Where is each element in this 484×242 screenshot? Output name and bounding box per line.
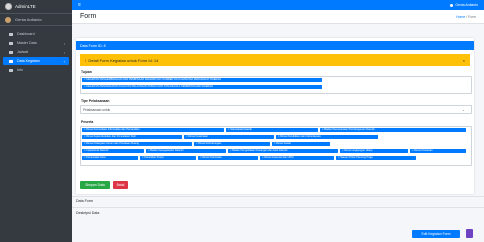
sidebar-item-label: Info bbox=[17, 68, 23, 72]
sidebar: AdminLTE Genta Ardianto Dashboard Master… bbox=[0, 0, 72, 242]
alert-banner: ! Detail Form Kegiatan untuk Form Id: 14 … bbox=[80, 54, 470, 66]
tipe-pelaksanaan-select[interactable] bbox=[80, 105, 472, 114]
peserta-tag[interactable]: × Dinas Pendidikan dan Kebudayaan bbox=[276, 135, 378, 140]
sidebar-item-label: Jadwal bbox=[17, 50, 29, 54]
save-button[interactable]: Simpan Data bbox=[80, 181, 110, 189]
card-header: Data Form ID: 8 bbox=[76, 41, 474, 50]
card-title: Data Form ID: 8 bbox=[80, 43, 106, 48]
sidebar-item-label: Dashboard bbox=[17, 32, 35, 36]
divider bbox=[72, 207, 484, 208]
sidebar-nav: Dashboard Master Data ‹ Jadwal ‹ Data Ke… bbox=[0, 30, 72, 74]
user-icon bbox=[450, 3, 454, 7]
peserta-tag[interactable]: × Dinas Kesehatan bbox=[184, 135, 274, 140]
sidebar-item-dashboard[interactable]: Dashboard bbox=[3, 30, 69, 38]
divider bbox=[72, 196, 484, 197]
peserta-tag[interactable]: × Sekretariat Daerah bbox=[226, 128, 318, 133]
peserta-tag[interactable]: × Inspektorat Daerah bbox=[82, 149, 144, 154]
alert-text-wrap: ! Detail Form Kegiatan untuk Form Id: 14 bbox=[85, 58, 158, 63]
breadcrumb: Home / Form bbox=[456, 15, 476, 19]
page-title: Form bbox=[80, 13, 97, 20]
tipe-pelaksanaan-value: Pelaksanaan untuk bbox=[83, 108, 111, 112]
peserta-tag[interactable]: × Dinas Pekerjaan Umum dan Penataan Ruan… bbox=[82, 142, 192, 147]
peserta-tag[interactable]: × Dinas Perhubungan bbox=[194, 142, 270, 147]
database-icon bbox=[9, 41, 13, 45]
alert-text: Detail Form Kegiatan untuk Form Id: 14 bbox=[88, 57, 159, 63]
breadcrumb-separator: / bbox=[466, 14, 468, 19]
peserta-tag[interactable]: × Kelurahan Pusat bbox=[140, 156, 196, 161]
peserta-tag[interactable]: × Dinas Pariwisata bbox=[198, 156, 258, 161]
breadcrumb-current: Form bbox=[468, 14, 476, 19]
tujuan-tag[interactable]: × KEGIATAN PENGEMBANGAN DAN PEMBINAAN KE… bbox=[82, 78, 322, 83]
tujuan-label: Tujuan bbox=[81, 70, 92, 74]
brand-logo-icon bbox=[5, 3, 12, 10]
description-text: Deskripsi Data bbox=[76, 211, 100, 215]
chevron-left-icon: ‹ bbox=[63, 49, 65, 55]
user-panel[interactable]: Genta Ardianto bbox=[0, 14, 72, 26]
chevron-left-icon: ‹ bbox=[63, 58, 65, 64]
top-navbar: ≡ Genta Ardianto bbox=[72, 0, 484, 10]
sidebar-item-jadwal[interactable]: Jadwal ‹ bbox=[3, 48, 69, 56]
cancel-button[interactable]: Batal bbox=[113, 181, 128, 189]
peserta-tag[interactable]: × Dinas Komunikasi Informatika dan Persa… bbox=[82, 128, 224, 133]
peserta-tag[interactable]: × Dinas Pertanian bbox=[410, 149, 466, 154]
sidebar-item-label: Master Data bbox=[17, 41, 37, 45]
sidebar-item-master-data[interactable]: Master Data ‹ bbox=[3, 39, 69, 47]
breadcrumb-home[interactable]: Home bbox=[456, 15, 465, 19]
user-name: Genta Ardianto bbox=[15, 17, 42, 22]
scroll-top-button[interactable] bbox=[466, 229, 473, 238]
info-icon bbox=[9, 68, 13, 72]
peserta-tag[interactable]: × Dinas Kependudukan dan Pencatatan Sipi… bbox=[82, 135, 182, 140]
peserta-tag[interactable]: × Dinas Koperasi dan UKM bbox=[260, 156, 334, 161]
peserta-tag[interactable]: × Kecamatan Kota bbox=[82, 156, 138, 161]
brand-name: AdminLTE bbox=[15, 4, 36, 9]
edit-form-button[interactable]: Edit Kegiatan Form bbox=[412, 230, 460, 238]
activity-icon bbox=[9, 59, 13, 63]
sidebar-item-data-kegiatan[interactable]: Data Kegiatan ‹ bbox=[3, 57, 69, 65]
data-form-text: Data Form bbox=[76, 199, 93, 203]
sidebar-item-info[interactable]: Info bbox=[3, 66, 69, 74]
peserta-tag[interactable]: × Dinas Sosial bbox=[272, 142, 330, 147]
sidebar-item-label: Data Kegiatan bbox=[17, 59, 40, 63]
menu-toggle-icon[interactable]: ≡ bbox=[78, 2, 81, 8]
peserta-label: Peserta bbox=[81, 120, 94, 124]
tipe-pelaksanaan-label: Tipe Pelaksanaan bbox=[81, 99, 110, 103]
dashboard-icon bbox=[9, 32, 13, 36]
avatar bbox=[5, 16, 11, 23]
alert-close-button[interactable]: × bbox=[463, 58, 465, 63]
warning-icon: ! bbox=[85, 57, 87, 63]
peserta-tag[interactable]: × Dinas Lingkungan Hidup bbox=[340, 149, 408, 154]
peserta-tag[interactable]: × Badan Perencanaan Pembangunan Daerah bbox=[320, 128, 466, 133]
chevron-down-icon: ⌄ bbox=[462, 107, 465, 112]
peserta-tag[interactable]: × Satuan Polisi Pamong Praja bbox=[336, 156, 416, 161]
content-header: Form Home / Form bbox=[72, 10, 484, 24]
chevron-left-icon: ‹ bbox=[63, 40, 65, 46]
peserta-tag[interactable]: × Badan Kepegawaian Daerah bbox=[146, 149, 226, 154]
peserta-tag[interactable]: × Badan Pengelolaan Keuangan dan Aset Da… bbox=[228, 149, 338, 154]
top-user-menu[interactable]: Genta Ardianto bbox=[450, 3, 478, 7]
tujuan-tag[interactable]: × KEGIATAN PENINGKATAN KUALITAS PELAYANA… bbox=[82, 85, 322, 90]
top-user-label: Genta Ardianto bbox=[455, 3, 478, 7]
calendar-icon bbox=[9, 50, 13, 54]
brand[interactable]: AdminLTE bbox=[0, 0, 72, 14]
